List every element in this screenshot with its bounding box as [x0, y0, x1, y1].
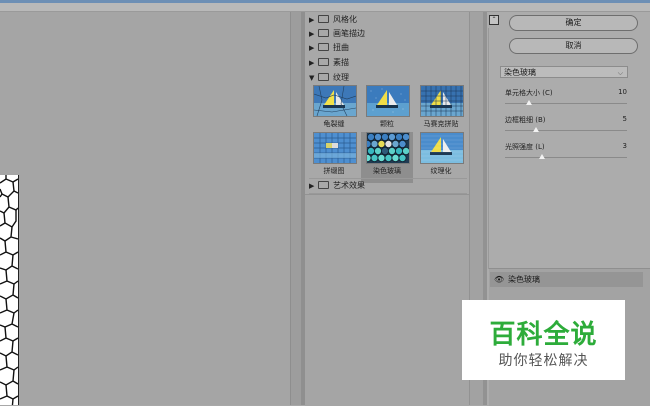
cell-size-slider-knob[interactable] [526, 100, 533, 105]
effect-layer-row[interactable]: 👁 染色玻璃 [490, 272, 643, 287]
light-intensity-slider-track[interactable] [505, 157, 627, 158]
category-artistic[interactable]: ▶ 艺术效果 [309, 179, 365, 192]
cancel-button[interactable]: 取消 [509, 38, 638, 54]
expand-arrow-icon: ▶ [309, 59, 315, 67]
border-thickness-slider-knob[interactable] [532, 127, 539, 132]
category-distort[interactable]: ▶ 扭曲 [309, 41, 349, 54]
filter-type-select[interactable]: 染色玻璃 ⌵ [500, 66, 628, 78]
watermark-subtitle: 助你轻松解决 [498, 353, 589, 369]
window-top-strip [0, 0, 650, 12]
expand-arrow-icon: ▶ [309, 16, 315, 24]
filter-preview-image [366, 132, 410, 164]
param-cell-size: 单元格大小 (C) 10 [505, 88, 627, 110]
filter-preview-image [420, 132, 464, 164]
filter-thumb-stained-glass[interactable]: 染色玻璃 [361, 132, 413, 183]
filter-thumb-mosaic-tiles[interactable]: 马赛克拼贴 [415, 85, 467, 136]
watermark-title: 百科全说 [489, 320, 598, 350]
border-thickness-slider-track[interactable] [505, 130, 627, 131]
watermark-logo: 百科全说 助你轻松解决 [462, 300, 625, 380]
param-border-thickness: 边框粗细 (B) 5 [505, 115, 627, 137]
param-light-intensity: 光照强度 (L) 3 [505, 142, 627, 164]
category-brush-strokes[interactable]: ▶ 画笔描边 [309, 27, 365, 40]
filter-gallery: ▶ 风格化 ▶ 画笔描边 ▶ 扭曲 ▶ 素描 ▼ 纹理 龟裂缝 颗粒 马赛克拼贴… [305, 12, 484, 406]
filter-preview-image [313, 85, 357, 117]
eye-icon[interactable]: 👁 [494, 272, 504, 287]
preview-scrollbar[interactable] [290, 12, 301, 405]
folder-icon [318, 15, 329, 23]
category-texture[interactable]: ▼ 纹理 [309, 71, 349, 84]
light-intensity-value[interactable]: 3 [623, 142, 627, 150]
category-sketch[interactable]: ▶ 素描 [309, 56, 349, 69]
cell-size-slider-track[interactable] [505, 103, 627, 104]
folder-icon [318, 43, 329, 51]
expand-arrow-icon: ▶ [309, 30, 315, 38]
title-bar-edge [0, 0, 650, 3]
folder-icon [318, 58, 329, 66]
expand-arrow-icon: ▶ [309, 44, 315, 52]
filter-thumb-craquelure[interactable]: 龟裂缝 [308, 85, 360, 136]
ok-button[interactable]: 确定 [509, 15, 638, 31]
border-thickness-value[interactable]: 5 [623, 115, 627, 123]
folder-open-icon [318, 73, 329, 81]
filter-thumb-grain[interactable]: 颗粒 [361, 85, 413, 136]
collapse-gallery-icon[interactable]: ⌃ [489, 15, 499, 25]
stained-glass-preview-image [0, 175, 19, 405]
light-intensity-slider-knob[interactable] [538, 154, 545, 159]
folder-icon [318, 29, 329, 37]
chevron-down-icon: ⌵ [617, 69, 623, 77]
filter-preview-image [420, 85, 464, 117]
filter-thumb-patchwork[interactable]: 拼缀图 [308, 132, 360, 183]
category-stylize[interactable]: ▶ 风格化 [309, 13, 357, 26]
filter-thumb-texturizer[interactable]: 纹理化 [415, 132, 467, 183]
preview-canvas[interactable] [0, 12, 301, 405]
collapse-arrow-icon: ▼ [309, 74, 315, 82]
expand-arrow-icon: ▶ [309, 182, 315, 190]
cell-size-value[interactable]: 10 [618, 88, 627, 96]
gallery-empty-area [305, 194, 469, 406]
filter-preview-image [366, 85, 410, 117]
filter-preview-image [313, 132, 357, 164]
folder-icon [318, 181, 329, 189]
